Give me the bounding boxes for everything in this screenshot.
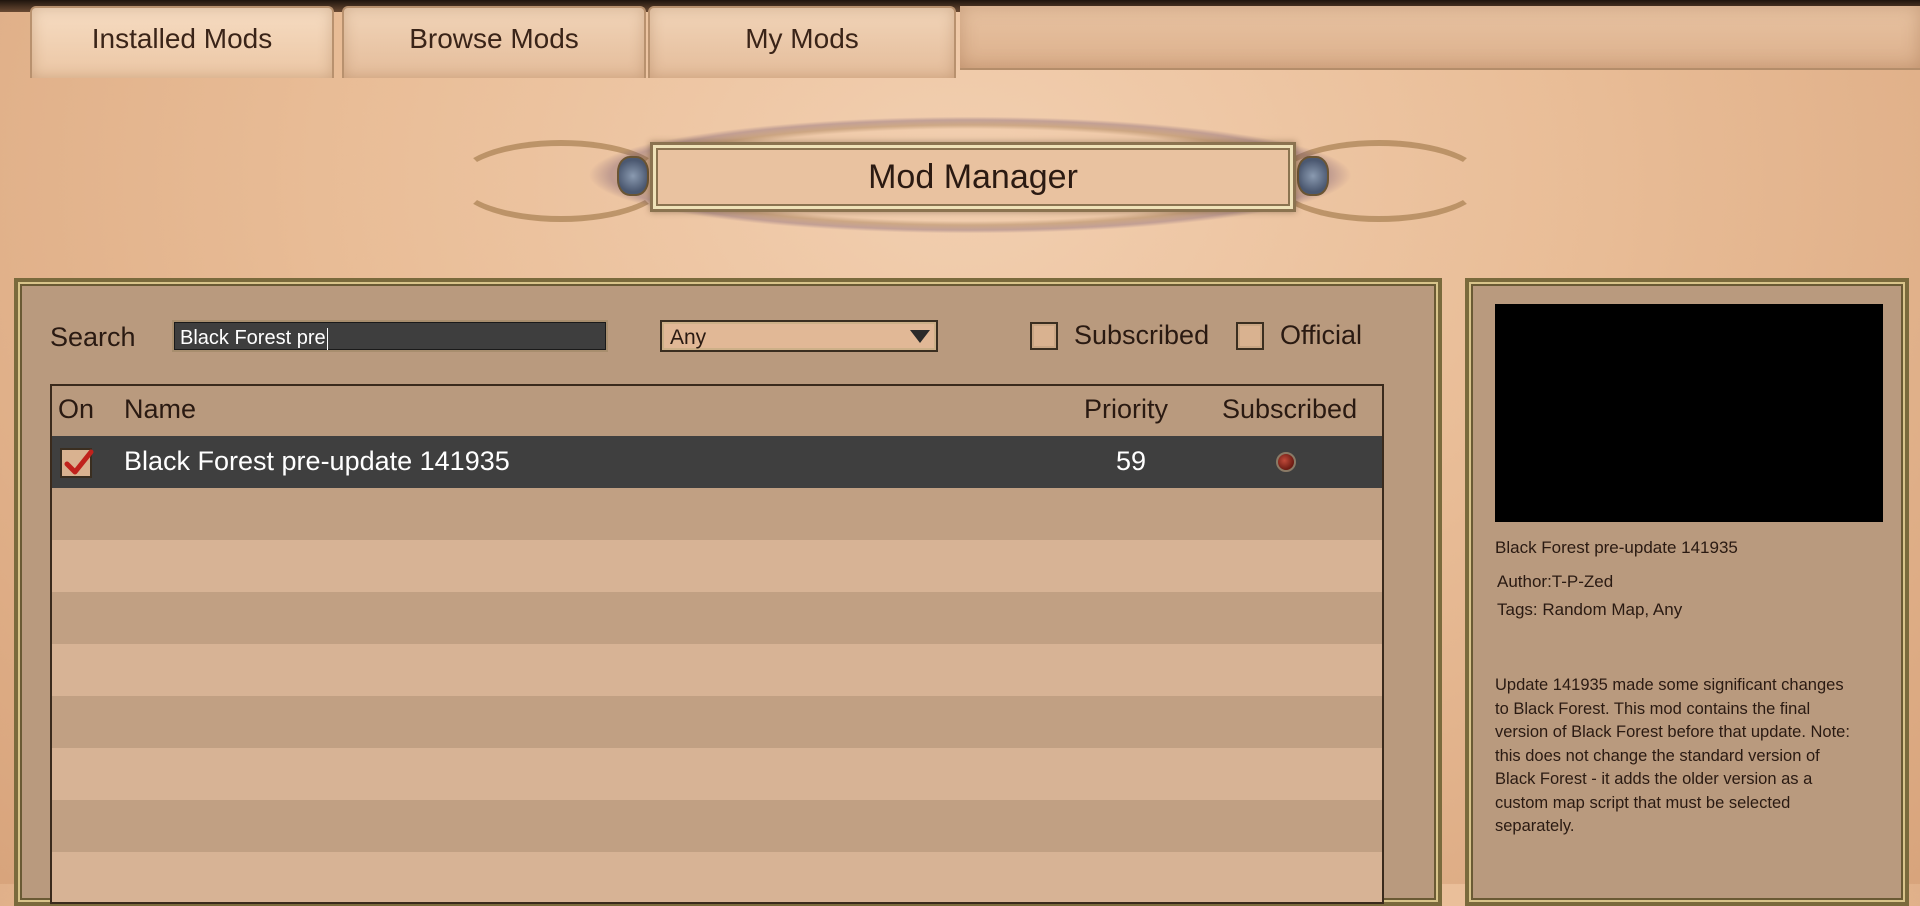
table-row-empty [52, 748, 1382, 800]
search-label: Search [50, 322, 136, 352]
left-gem-ornament [617, 156, 649, 196]
table-row-empty [52, 540, 1382, 592]
official-filter-label: Official [1280, 320, 1363, 350]
mod-list-panel: Search Black Forest pre Any Subscribed O… [14, 278, 1442, 906]
dropdown-value: Any [670, 326, 707, 349]
tab-browse-mods[interactable]: Browse Mods [342, 6, 646, 78]
mod-priority: 59 [1116, 446, 1147, 476]
table-row-empty [52, 696, 1382, 748]
table-row-empty [52, 852, 1382, 902]
title-banner: Mod Manager [455, 110, 1485, 240]
mod-table: On Name Priority Subscribed Black Forest… [50, 384, 1384, 904]
right-gem-ornament [1297, 156, 1329, 196]
tab-my-mods[interactable]: My Mods [648, 6, 956, 78]
column-header-priority[interactable]: Priority [1084, 394, 1168, 425]
chevron-down-icon [910, 330, 930, 343]
detail-author: Author:T-P-Zed [1497, 572, 1614, 591]
tab-label: Browse Mods [409, 23, 579, 54]
subscribed-indicator-icon [1276, 452, 1296, 472]
checkmark-icon [64, 449, 94, 475]
page-title: Mod Manager [650, 142, 1296, 212]
tab-bar-strip [960, 6, 1920, 70]
tab-bar: Installed Mods Browse Mods My Mods [0, 0, 1920, 80]
subscribed-filter-label: Subscribed [1074, 320, 1210, 350]
column-header-subscribed[interactable]: Subscribed [1222, 394, 1357, 425]
column-header-on[interactable]: On [58, 394, 94, 425]
tab-label: Installed Mods [91, 23, 273, 54]
text-caret [326, 327, 328, 350]
tag-filter-dropdown[interactable]: Any [660, 320, 938, 352]
detail-mod-name: Black Forest pre-update 141935 [1495, 538, 1738, 557]
table-row-empty [52, 592, 1382, 644]
table-row[interactable]: Black Forest pre-update 141935 59 [52, 436, 1382, 488]
column-header-name[interactable]: Name [124, 394, 196, 425]
mod-details-panel: Black Forest pre-update 141935 Author:T-… [1465, 278, 1909, 906]
search-input[interactable]: Black Forest pre [172, 320, 608, 352]
tab-label: My Mods [745, 23, 859, 54]
detail-tags: Tags: Random Map, Any [1497, 600, 1683, 619]
table-header: On Name Priority Subscribed [52, 386, 1382, 438]
tab-installed-mods[interactable]: Installed Mods [30, 6, 334, 78]
subscribed-checkbox[interactable] [1030, 322, 1058, 350]
table-row-empty [52, 488, 1382, 540]
mod-name: Black Forest pre-update 141935 [124, 446, 510, 476]
mod-enabled-checkbox[interactable] [60, 448, 94, 478]
official-checkbox[interactable] [1236, 322, 1264, 350]
mod-preview-image [1495, 304, 1883, 522]
detail-description: Update 141935 made some significant chan… [1495, 676, 1850, 835]
table-row-empty [52, 800, 1382, 852]
table-row-empty [52, 644, 1382, 696]
search-input-value: Black Forest pre [180, 327, 326, 349]
